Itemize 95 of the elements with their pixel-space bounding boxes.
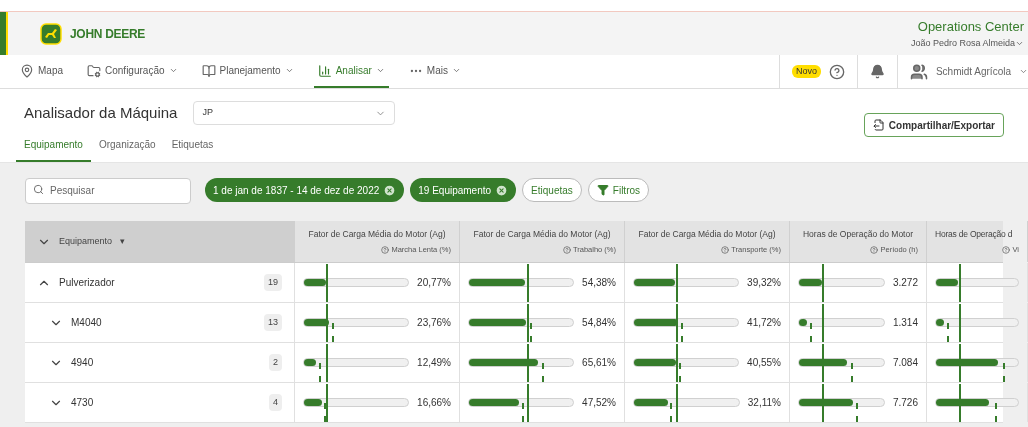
bar-chart-icon [317,63,332,78]
dashed-line [522,403,525,422]
cell-value: 47,52% [582,396,616,410]
selector-dropdown[interactable]: JP [193,101,396,125]
help-icon[interactable] [562,245,571,254]
help-icon[interactable] [721,245,730,254]
user-menu[interactable]: João Pedro Rosa Almeida [910,36,1024,50]
average-line [959,384,962,422]
column-header: Fator de Carga Média do Motor (Ag) [308,227,446,241]
filter-chip[interactable]: 19 Equipamento [410,178,517,202]
cell-value: 41,72% [747,316,781,330]
average-line [959,264,962,302]
cell-value: 7.084 [892,356,918,370]
document-export-icon [872,119,885,131]
equipment-column-header[interactable]: Equipamento ▾ [25,221,295,262]
average-line [675,264,678,302]
cell-value: 54,38% [582,276,616,290]
filters-button[interactable]: Filtros [587,178,650,202]
column-header: Horas de Operação d [935,227,1013,241]
folder-gear-icon [87,63,101,78]
dashed-line [324,403,327,422]
help-icon[interactable] [381,245,390,254]
share-export-button[interactable]: Compartilhar/Exportar [863,113,1004,137]
remove-icon[interactable] [383,183,397,197]
cell-value: 40,55% [747,356,781,370]
average-line [526,344,529,382]
filter-chip[interactable]: 1 de jan de 1837 - 14 de dez de 2022 [205,178,405,202]
page-title: Analisador da Máquina [24,102,178,123]
count-badge: 2 [269,353,282,372]
tab[interactable]: Etiquetas [163,133,222,162]
average-line [526,304,529,342]
equipment-name: 4730 [71,396,94,410]
average-line [326,344,329,382]
new-badge: Novo [791,64,821,79]
cell-value: 12,49% [417,356,451,370]
cell-value: 32,11% [747,396,781,410]
cell-value: 3.272 [892,276,918,290]
nav-item[interactable]: Mapa [16,55,67,88]
average-line [822,344,825,382]
dashed-line [1003,363,1006,382]
average-line [675,384,678,422]
average-line [822,304,825,342]
cell-value: 39,32% [747,276,781,290]
nav-item[interactable]: Mais [404,55,465,88]
dashed-line [994,403,997,422]
book-icon [201,63,216,78]
sort-marker[interactable]: ▾ [120,234,126,249]
cell-value: 16,66% [417,396,451,410]
average-line [326,304,329,342]
people-icon [909,62,928,81]
map-pin-icon [20,63,34,78]
nav-item[interactable]: Planejamento [197,55,298,88]
average-line [959,344,962,382]
equipment-name: Pulverizador [59,276,115,290]
tags-button[interactable]: Etiquetas [522,178,582,202]
nav-item[interactable]: Analisar [313,55,389,88]
dashed-line [670,403,673,422]
chevron-icon [1019,67,1028,76]
cell-value: 7.726 [892,396,918,410]
nav-item[interactable]: Configuração [83,55,182,88]
help-icon[interactable] [1002,245,1011,254]
search-field[interactable]: Pesquisar [25,177,191,204]
cell-value: 65,61% [582,356,616,370]
average-line [526,384,529,422]
column-header: Horas de Operação do Motor [802,227,914,241]
average-line [959,304,962,342]
cell-value: 23,76% [417,316,451,330]
filter-icon [596,184,609,196]
tab[interactable]: Organização [90,133,164,162]
column-header: Fator de Carga Média do Motor (Ag) [638,227,776,241]
average-line [822,384,825,422]
app-title: Operations Center [917,18,1024,36]
cell-value: 20,77% [417,276,451,290]
bell-icon[interactable] [869,64,885,79]
count-badge: 19 [264,273,282,292]
count-badge: 13 [264,313,282,332]
average-line [675,304,678,342]
column-header: Fator de Carga Média do Motor (Ag) [473,227,611,241]
cell-value: 54,84% [582,316,616,330]
equipment-name: M4040 [71,316,102,330]
help-icon[interactable] [870,245,879,254]
brand-name: JOHN DEERE [70,25,146,43]
search-icon [33,184,44,195]
cell-value: 1.314 [892,316,918,330]
remove-icon[interactable] [495,183,509,197]
equipment-name: 4940 [71,356,94,370]
average-line [326,264,329,302]
average-line [526,264,529,302]
organization-menu[interactable]: Schmidt Agrícola [896,55,1028,88]
count-badge: 4 [269,393,282,412]
average-line [822,264,825,302]
average-line [326,384,329,422]
help-icon[interactable] [828,63,845,80]
dashed-line [855,403,858,422]
average-line [675,344,678,382]
